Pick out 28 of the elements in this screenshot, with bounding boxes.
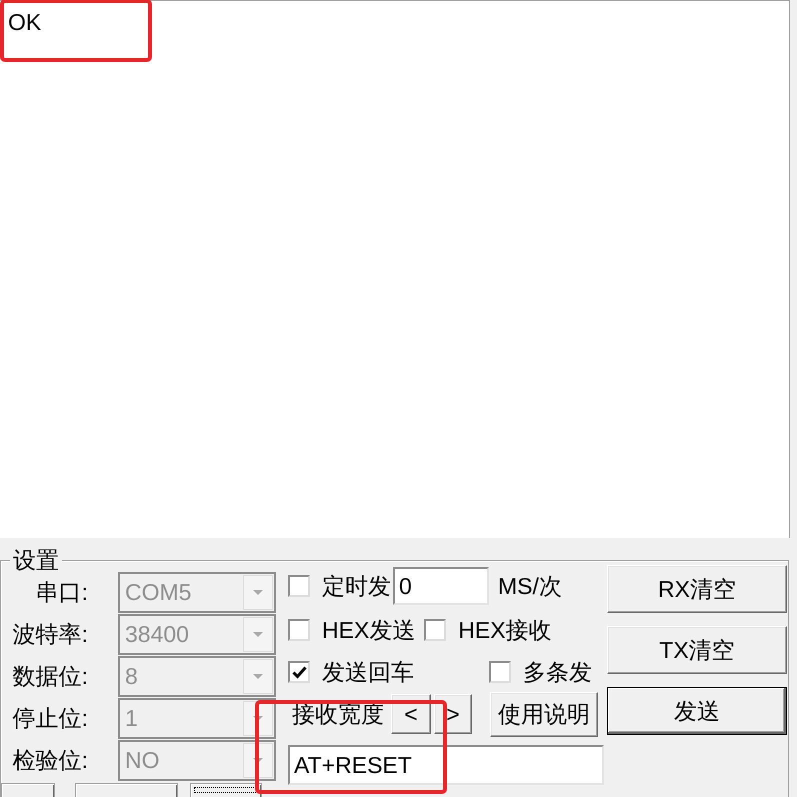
unit-label: MS/次 bbox=[498, 573, 562, 599]
field-label: 波特率: bbox=[12, 621, 88, 647]
checkbox[interactable] bbox=[424, 619, 446, 641]
help-button[interactable]: 使用说明 bbox=[490, 692, 598, 736]
arrow-button[interactable]: < bbox=[391, 694, 431, 734]
checkbox-label: HEX发送 bbox=[322, 617, 416, 643]
checkmark-icon bbox=[292, 666, 306, 678]
checkbox-label: HEX接收 bbox=[458, 617, 552, 643]
checkbox[interactable] bbox=[489, 661, 511, 683]
checkbox[interactable] bbox=[288, 575, 310, 597]
field-label: 数据位: bbox=[12, 663, 88, 689]
group-title: 设置 bbox=[10, 548, 62, 572]
checkbox-label: 多条发 bbox=[523, 659, 592, 685]
action-button[interactable]: RX清空 bbox=[607, 565, 787, 613]
field-label: 串口: bbox=[34, 579, 88, 605]
checkbox-label: 定时发 bbox=[322, 573, 391, 599]
receive-area[interactable]: OK bbox=[0, 0, 790, 538]
checkbox[interactable] bbox=[288, 619, 310, 641]
checkbox[interactable] bbox=[288, 661, 310, 683]
action-button[interactable]: 发送 bbox=[607, 687, 787, 735]
action-button[interactable]: TX清空 bbox=[607, 626, 787, 674]
send-field[interactable]: AT+RESET bbox=[288, 745, 604, 785]
button[interactable] bbox=[190, 783, 262, 797]
checkbox-label: 发送回车 bbox=[322, 659, 414, 685]
field-label: 检验位: bbox=[12, 747, 88, 773]
interval-field[interactable]: 0 bbox=[393, 567, 489, 605]
field-label: 停止位: bbox=[12, 705, 88, 731]
receive-width-label: 接收宽度 bbox=[292, 701, 384, 727]
